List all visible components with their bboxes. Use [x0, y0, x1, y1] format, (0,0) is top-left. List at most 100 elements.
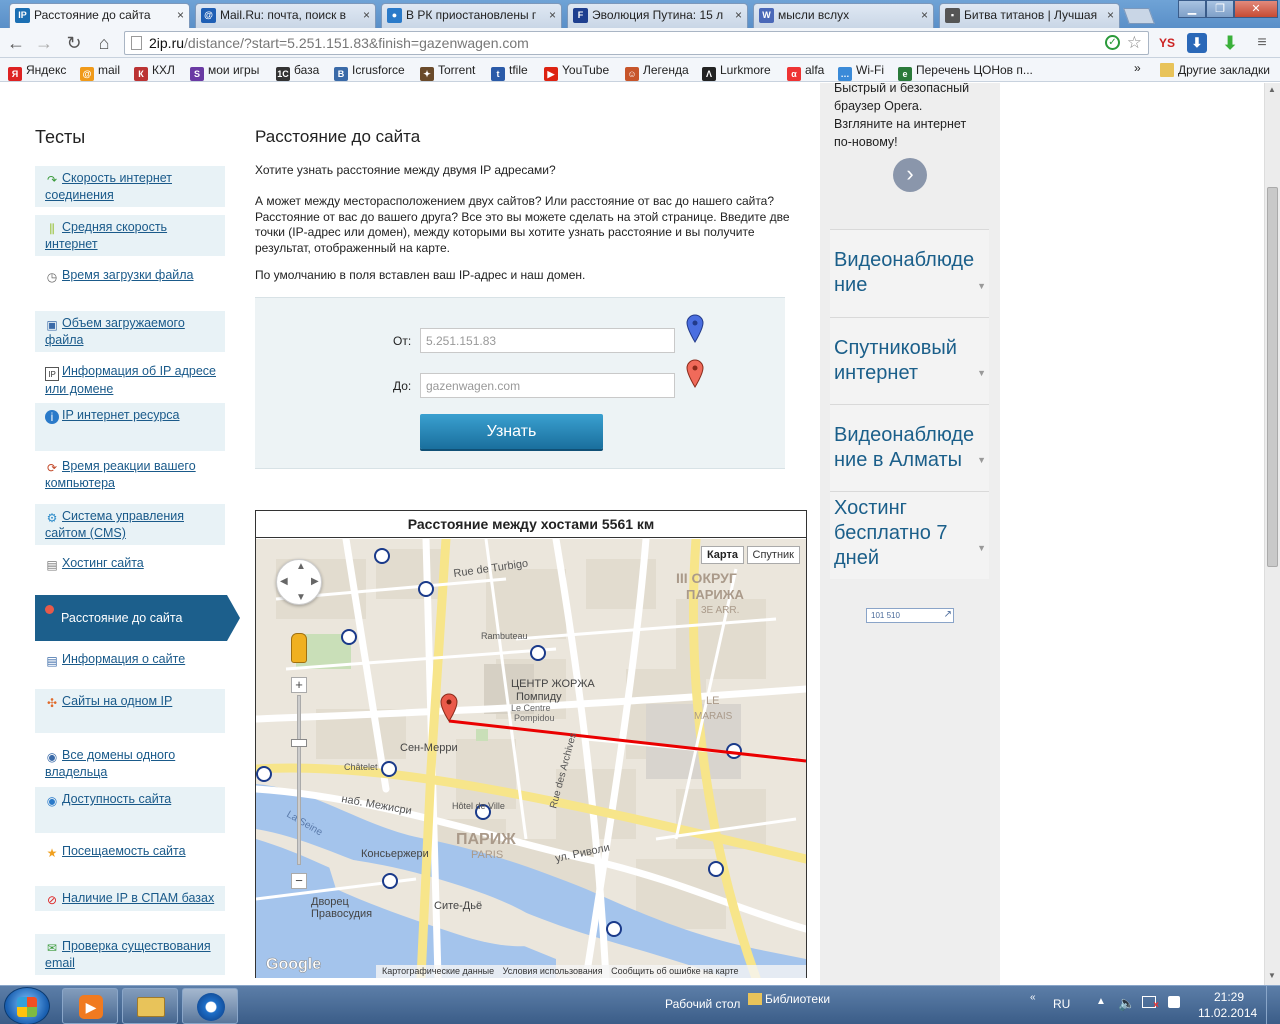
close-tab-icon[interactable]: × [549, 4, 556, 26]
start-button[interactable] [4, 987, 50, 1024]
ad-video-surveillance[interactable]: Видеонаблюде ние ▼ [830, 229, 989, 317]
sidebar-item-distance[interactable]: Расстояние до сайта [35, 595, 240, 641]
to-input[interactable] [420, 373, 675, 398]
tab-distance[interactable]: IP Расстояние до сайта × [9, 3, 190, 29]
visitor-counter[interactable]: 101 510 ↗ [866, 608, 954, 623]
sidebar-item-ip-resource[interactable]: i IP интернет ресурса [35, 403, 225, 451]
sidebar-item-label[interactable]: Доступность сайта [62, 792, 171, 806]
sidebar-item-owner-domains[interactable]: ◉ Все домены одного владельца [35, 743, 225, 784]
sidebar-item-same-ip[interactable]: ✣ Сайты на одном IP [35, 689, 225, 733]
taskbar-chrome[interactable] [182, 988, 238, 1024]
tab-putin[interactable]: F Эволюция Путина: 15 л × [567, 3, 748, 28]
address-bar[interactable]: 2ip.ru/distance/?start=5.251.151.83&fini… [124, 31, 1149, 55]
map-type-satellite-button[interactable]: Спутник [746, 546, 800, 564]
pan-down-icon[interactable]: ▼ [296, 592, 306, 603]
sidebar-item-file-size[interactable]: ▣ Объем загружаемого файла [35, 311, 225, 352]
scroll-up-icon[interactable]: ▲ [1268, 85, 1276, 94]
ad-video-almaty[interactable]: Видеонаблюде ние в Алматы ▼ [830, 404, 989, 491]
taskbar-explorer[interactable] [122, 988, 178, 1024]
clock-time[interactable]: 21:29 [1214, 990, 1244, 1004]
tray-expand-icon[interactable]: « [1030, 992, 1036, 1003]
sidebar-item-label[interactable]: Все домены одного владельца [45, 748, 175, 779]
verified-check-icon[interactable]: ✓ [1105, 35, 1120, 50]
home-icon[interactable]: ⌂ [93, 32, 115, 54]
bookmark-base[interactable]: 1С база [276, 62, 319, 81]
sidebar-item-label[interactable]: Хостинг сайта [62, 556, 144, 570]
sidebar-item-label[interactable]: Наличие IP в СПАМ базах [62, 891, 214, 905]
scroll-down-icon[interactable]: ▼ [1268, 971, 1276, 980]
sidebar-item-traffic[interactable]: ★ Посещаемость сайта [35, 839, 225, 864]
from-input[interactable] [420, 328, 675, 353]
sidebar-item-ip-info[interactable]: IP Информация об IP адресе или домене [35, 359, 225, 401]
sidebar-item-site-info[interactable]: ▤ Информация о сайте [35, 647, 225, 672]
map-type-map-button[interactable]: Карта [700, 546, 744, 564]
bookmark-star-icon[interactable]: ☆ [1127, 32, 1142, 54]
network-error-icon[interactable]: × [1142, 996, 1159, 1011]
tab-rk[interactable]: ● В РК приостановлены г × [381, 3, 562, 28]
sidebar-item-label[interactable]: Проверка существования email [45, 939, 211, 970]
zoom-out-button[interactable]: − [291, 873, 307, 889]
sidebar-item-availability[interactable]: ◉ Доступность сайта [35, 787, 225, 833]
tab-mailru[interactable]: @ Mail.Ru: почта, поиск в × [195, 3, 376, 28]
tab-thoughts[interactable]: W мысли вслух × [753, 3, 934, 28]
new-tab-button[interactable] [1123, 8, 1155, 24]
pan-up-icon[interactable]: ▲ [296, 561, 306, 572]
download-extension-icon[interactable]: ⬇ [1187, 33, 1207, 53]
back-arrow-icon[interactable]: ← [5, 32, 27, 54]
sidebar-item-label[interactable]: Сайты на одном IP [62, 694, 172, 708]
map-canvas[interactable]: III ОКРУГ ПАРИЖА 3E ARR. ЦЕНТР ЖОРЖА Пом… [256, 539, 806, 978]
sidebar-item-reaction[interactable]: ⟳ Время реакции вашего компьютера [35, 454, 225, 495]
bookmark-icrusforce[interactable]: B Icrusforce [334, 62, 405, 81]
ad-free-hosting[interactable]: Хостинг бесплатно 7 дней ▼ [830, 491, 989, 579]
bookmark-khl[interactable]: К КХЛ [134, 62, 175, 81]
show-desktop-button[interactable] [1266, 986, 1280, 1024]
bookmark-yandex[interactable]: Я Яндекс [8, 62, 66, 81]
savefrom-extension-icon[interactable]: ⬇ [1220, 33, 1240, 53]
close-window-button[interactable]: ✕ [1234, 0, 1278, 18]
sidebar-item-load-time[interactable]: ◷ Время загрузки файла [35, 263, 225, 288]
close-tab-icon[interactable]: × [1107, 4, 1114, 26]
language-indicator[interactable]: RU [1053, 997, 1070, 1011]
sidebar-item-label[interactable]: Информация об IP адресе или домене [45, 364, 216, 396]
sidebar-item-label[interactable]: Посещаемость сайта [62, 844, 186, 858]
reload-icon[interactable]: ↻ [63, 32, 85, 54]
sidebar-item-label[interactable]: Время загрузки файла [62, 268, 194, 282]
bookmark-torrent[interactable]: ✦ Torrent [420, 62, 475, 81]
close-tab-icon[interactable]: × [177, 4, 184, 26]
sidebar-item-hosting[interactable]: ▤ Хостинг сайта [35, 551, 225, 576]
close-tab-icon[interactable]: × [735, 4, 742, 26]
sidebar-item-cms[interactable]: ⚙ Система управления сайтом (CMS) [35, 504, 225, 545]
map-pan-control[interactable]: ▲ ▼ ◀ ▶ [276, 559, 322, 605]
zoom-slider[interactable] [297, 695, 301, 865]
pan-left-icon[interactable]: ◀ [280, 576, 288, 587]
sidebar-item-avg-speed[interactable]: ⫼ Средняя скорость интернет [35, 215, 225, 256]
sidebar-item-speed[interactable]: ↷ Скорость интернет соединения [35, 166, 225, 207]
tab-titans[interactable]: ▪ Битва титанов | Лучшая × [939, 3, 1120, 28]
volume-icon[interactable]: 🔈 [1118, 995, 1135, 1012]
other-bookmarks[interactable]: Другие закладки [1160, 62, 1270, 78]
close-tab-icon[interactable]: × [921, 4, 928, 26]
menu-wrench-icon[interactable]: ≡ [1252, 33, 1272, 53]
clock-date[interactable]: 11.02.2014 [1198, 1006, 1257, 1020]
zoom-slider-handle[interactable] [291, 739, 307, 747]
libraries-toolbar[interactable]: Библиотеки [748, 992, 830, 1006]
bookmark-alfa[interactable]: α alfa [787, 62, 824, 81]
sidebar-item-spam[interactable]: ⊘ Наличие IP в СПАМ базах [35, 886, 225, 911]
bookmark-youtube[interactable]: ▶ YouTube [544, 62, 609, 81]
forward-arrow-icon[interactable]: → [33, 32, 55, 54]
action-center-icon[interactable] [1168, 996, 1180, 1008]
ad-satellite-internet[interactable]: Спутниковый интернет ▼ [830, 317, 989, 404]
zoom-in-button[interactable]: + [291, 677, 307, 693]
minimize-button[interactable]: ▁ [1178, 0, 1206, 18]
bookmark-mail[interactable]: @ mail [80, 62, 120, 81]
bookmark-tfile[interactable]: t tfile [491, 62, 528, 81]
bookmark-wifi[interactable]: … Wi-Fi [838, 62, 884, 81]
find-distance-button[interactable]: Узнать [420, 414, 603, 449]
yandex-ys-extension-icon[interactable]: YS [1157, 33, 1177, 53]
sidebar-item-label[interactable]: Время реакции вашего компьютера [45, 459, 196, 490]
page-scrollbar[interactable]: ▲ ▼ [1264, 83, 1280, 985]
map-terms-link[interactable]: Условия использования [503, 966, 603, 976]
maximize-button[interactable]: ❐ [1206, 0, 1234, 18]
sidebar-item-label[interactable]: IP интернет ресурса [62, 408, 180, 422]
bookmark-legend[interactable]: ☺ Легенда [625, 62, 689, 81]
